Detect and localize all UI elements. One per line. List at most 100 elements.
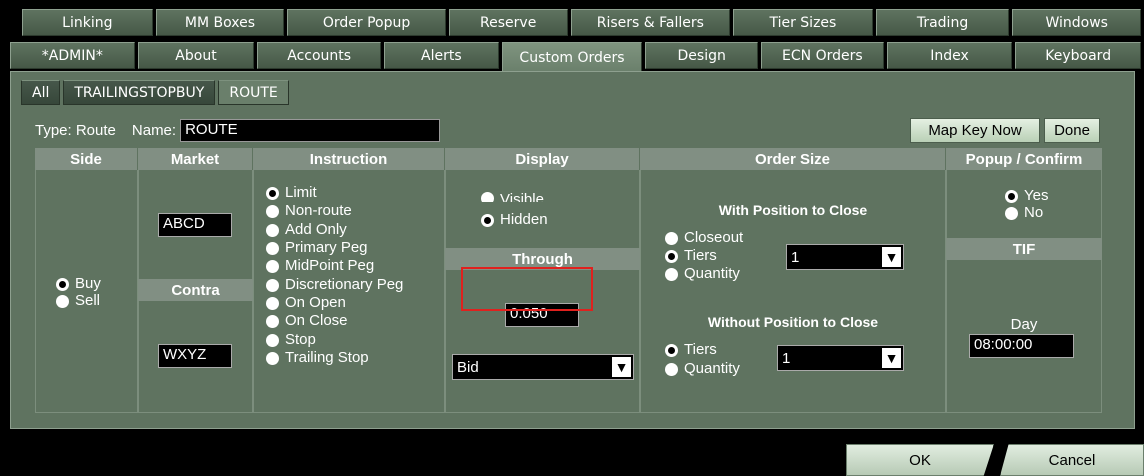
order-subtabs: All TRAILINGSTOPBUY ROUTE [21, 80, 289, 105]
instruction-header: Instruction [253, 148, 445, 170]
radio-selected-icon [481, 213, 494, 227]
instruction-label: Stop [285, 331, 316, 348]
tab-tier-sizes[interactable]: Tier Sizes [733, 9, 873, 36]
radio-unselected-icon [266, 351, 279, 365]
custom-orders-panel: All TRAILINGSTOPBUY ROUTE Type: Route Na… [10, 71, 1135, 429]
radio-unselected-icon [266, 278, 279, 292]
without-position-label: Without Position to Close [707, 314, 879, 330]
radio-unselected-icon [665, 231, 678, 245]
done-button[interactable]: Done [1044, 118, 1100, 143]
ok-button[interactable]: OK [846, 444, 994, 476]
tab-reserve[interactable]: Reserve [448, 9, 568, 36]
price-select-value: Bid [457, 358, 479, 376]
chevron-down-icon[interactable]: ▼ [612, 357, 631, 377]
display-hidden-radio[interactable]: Hidden [481, 212, 548, 228]
name-label: Name: [131, 122, 177, 139]
tab-accounts[interactable]: Accounts [257, 42, 382, 69]
instruction-trailing-stop-radio[interactable]: Trailing Stop [266, 350, 369, 366]
radio-unselected-icon [266, 333, 279, 347]
instruction-label: On Close [285, 312, 348, 329]
tab-about[interactable]: About [137, 42, 255, 69]
contra-input[interactable]: WXYZ [158, 344, 232, 368]
with-tiers-radio[interactable]: Tiers [665, 248, 717, 264]
instruction-label: Add Only [285, 221, 347, 238]
display-visible-radio[interactable]: Visible [481, 192, 544, 202]
tab-custom-orders[interactable]: Custom Orders [501, 42, 643, 73]
tab-mm-boxes[interactable]: MM Boxes [155, 9, 285, 36]
instruction-limit-radio[interactable]: Limit [266, 185, 317, 201]
with-quantity-radio[interactable]: Quantity [665, 266, 740, 282]
tab-row-1: Linking MM Boxes Order Popup Reserve Ris… [0, 9, 1144, 36]
chevron-down-icon[interactable]: ▼ [882, 247, 901, 267]
radio-selected-icon [56, 277, 69, 291]
side-sell-label: Sell [75, 292, 101, 309]
tab-admin[interactable]: *ADMIN* [10, 42, 135, 69]
without-close-option-label: Quantity [684, 360, 740, 377]
radio-selected-icon [266, 186, 279, 200]
side-header: Side [35, 148, 138, 170]
market-input[interactable]: ABCD [158, 213, 232, 237]
tab-windows[interactable]: Windows [1012, 9, 1142, 36]
market-header: Market [138, 148, 253, 170]
contra-header: Contra [138, 279, 253, 301]
subtab-all[interactable]: All [21, 80, 61, 105]
instruction-label: Primary Peg [285, 239, 368, 256]
popup-yes-label: Yes [1024, 187, 1049, 204]
with-close-option-label: Closeout [684, 229, 744, 246]
side-buy-radio[interactable]: Buy [56, 276, 101, 292]
cancel-button[interactable]: Cancel [1000, 444, 1144, 476]
instruction-label: Trailing Stop [285, 349, 369, 366]
side-sell-radio[interactable]: Sell [56, 293, 100, 309]
with-close-tier-select[interactable]: 1 ▼ [786, 244, 904, 270]
instruction-on-close-radio[interactable]: On Close [266, 313, 348, 329]
instruction-stop-radio[interactable]: Stop [266, 332, 316, 348]
map-key-now-button[interactable]: Map Key Now [910, 118, 1040, 143]
tab-linking[interactable]: Linking [22, 9, 153, 36]
tab-trading[interactable]: Trading [875, 9, 1010, 36]
radio-unselected-icon [266, 259, 279, 273]
radio-selected-icon [665, 249, 678, 263]
without-quantity-radio[interactable]: Quantity [665, 361, 740, 377]
price-select[interactable]: Bid ▼ [452, 354, 634, 380]
tab-keyboard[interactable]: Keyboard [1015, 42, 1141, 69]
popup-no-radio[interactable]: No [1005, 205, 1043, 221]
with-closeout-radio[interactable]: Closeout [665, 230, 743, 246]
with-close-option-label: Quantity [684, 265, 740, 282]
radio-unselected-icon [481, 192, 494, 202]
display-visible-label: Visible [500, 192, 544, 202]
instruction-midpoint-peg-radio[interactable]: MidPoint Peg [266, 258, 374, 274]
instruction-on-open-radio[interactable]: On Open [266, 295, 346, 311]
tab-alerts[interactable]: Alerts [384, 42, 499, 69]
tab-index[interactable]: Index [886, 42, 1013, 69]
popup-no-label: No [1024, 204, 1044, 221]
instruction-non-route-radio[interactable]: Non-route [266, 203, 352, 219]
instruction-label: MidPoint Peg [285, 257, 375, 274]
radio-unselected-icon [266, 223, 279, 237]
radio-unselected-icon [266, 314, 279, 328]
subtab-route[interactable]: ROUTE [218, 80, 289, 105]
without-close-tier-value: 1 [782, 349, 791, 367]
tif-time-input[interactable]: 08:00:00 [969, 334, 1074, 358]
without-close-tier-select[interactable]: 1 ▼ [777, 345, 904, 371]
instruction-discretionary-peg-radio[interactable]: Discretionary Peg [266, 277, 403, 293]
tif-value-label[interactable]: Day [946, 316, 1102, 333]
radio-unselected-icon [1005, 206, 1018, 220]
popup-confirm-header: Popup / Confirm [946, 148, 1102, 170]
tab-order-popup[interactable]: Order Popup [287, 9, 446, 36]
tab-risers-fallers[interactable]: Risers & Fallers [570, 9, 731, 36]
subtab-trailingstopbuy[interactable]: TRAILINGSTOPBUY [63, 80, 216, 105]
tab-ecn-orders[interactable]: ECN Orders [761, 42, 884, 69]
radio-unselected-icon [266, 204, 279, 218]
without-tiers-radio[interactable]: Tiers [665, 342, 717, 358]
radio-unselected-icon [665, 362, 678, 376]
instruction-primary-peg-radio[interactable]: Primary Peg [266, 240, 368, 256]
radio-unselected-icon [266, 241, 279, 255]
tab-design[interactable]: Design [645, 42, 759, 69]
popup-yes-radio[interactable]: Yes [1005, 188, 1048, 204]
tab-row-2: *ADMIN* About Accounts Alerts Custom Ord… [0, 42, 1144, 73]
order-name-input[interactable]: ROUTE [180, 119, 441, 142]
order-size-header: Order Size [640, 148, 946, 170]
instruction-add-only-radio[interactable]: Add Only [266, 222, 347, 238]
with-close-option-label: Tiers [684, 247, 717, 264]
chevron-down-icon[interactable]: ▼ [882, 348, 901, 368]
